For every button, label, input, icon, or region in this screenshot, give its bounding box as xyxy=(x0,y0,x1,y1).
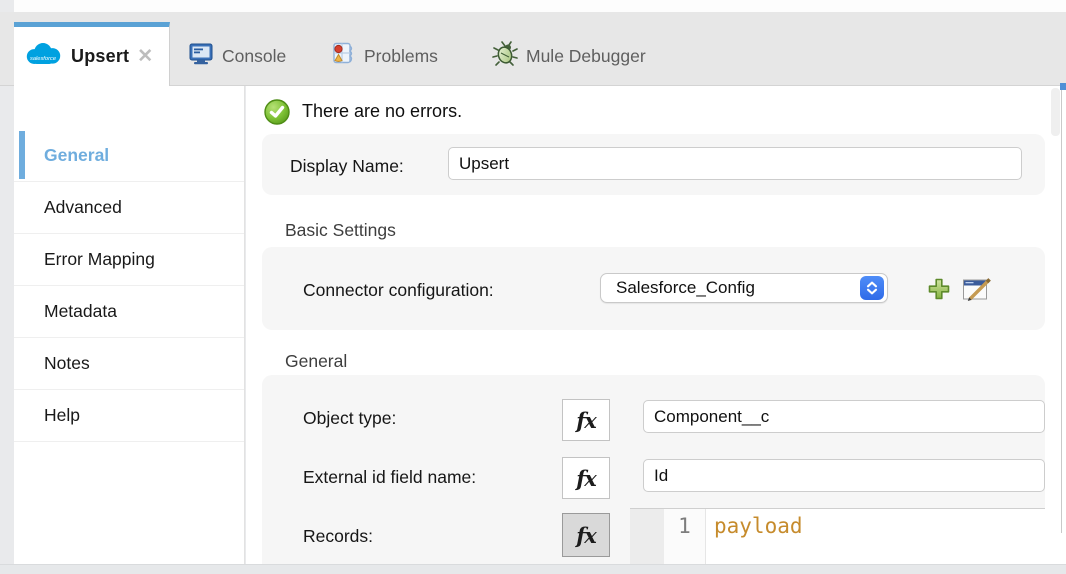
sidebar-item-error-mapping[interactable]: Error Mapping xyxy=(14,234,244,286)
sidebar-item-label: Error Mapping xyxy=(44,249,155,270)
problems-icon xyxy=(330,41,356,72)
tab-mule-debugger-label: Mule Debugger xyxy=(526,46,646,67)
bug-icon xyxy=(492,41,518,72)
edit-config-icon[interactable] xyxy=(962,275,992,302)
display-name-label: Display Name: xyxy=(290,156,404,177)
vertical-scrollbar-thumb[interactable] xyxy=(1051,88,1060,136)
sidebar-item-label: Advanced xyxy=(44,197,122,218)
records-expression-editor[interactable]: 1 payload xyxy=(630,508,1045,564)
sidebar-item-label: Help xyxy=(44,405,80,426)
svg-text:salesforce: salesforce xyxy=(30,55,56,61)
tab-mule-debugger[interactable]: Mule Debugger xyxy=(492,40,646,72)
properties-sidebar: General Advanced Error Mapping Metadata … xyxy=(14,86,245,564)
salesforce-cloud-icon: salesforce xyxy=(22,41,64,73)
sidebar-item-metadata[interactable]: Metadata xyxy=(14,286,244,338)
top-strip xyxy=(14,0,1066,12)
object-type-label: Object type: xyxy=(303,408,396,429)
console-icon xyxy=(188,41,214,72)
tab-bar: salesforce Upsert ✕ Console xyxy=(0,12,1066,86)
status-message: There are no errors. xyxy=(302,101,462,122)
tab-upsert[interactable]: salesforce Upsert ✕ xyxy=(14,22,170,86)
connector-configuration-value: Salesforce_Config xyxy=(616,278,755,298)
sidebar-item-label: Notes xyxy=(44,353,90,374)
focus-corner-marker xyxy=(1060,83,1066,90)
tab-console[interactable]: Console xyxy=(188,40,286,72)
bottom-window-edge xyxy=(0,564,1066,574)
sidebar-item-label: Metadata xyxy=(44,301,117,322)
close-icon[interactable]: ✕ xyxy=(137,47,153,66)
object-type-input[interactable] xyxy=(643,400,1045,433)
editor-code-area[interactable]: payload xyxy=(706,509,1045,564)
tab-problems-label: Problems xyxy=(364,46,438,67)
display-name-input[interactable] xyxy=(448,147,1022,180)
chevron-up-down-icon xyxy=(860,276,884,300)
properties-content: There are no errors. Display Name: Basic… xyxy=(246,86,1066,564)
sidebar-item-notes[interactable]: Notes xyxy=(14,338,244,390)
sidebar-item-advanced[interactable]: Advanced xyxy=(14,182,244,234)
basic-settings-heading: Basic Settings xyxy=(285,220,396,241)
tab-problems[interactable]: Problems xyxy=(330,40,438,72)
code-keyword-payload: payload xyxy=(714,514,803,538)
general-heading: General xyxy=(285,351,347,372)
editor-fold-margin xyxy=(630,509,664,564)
tab-upsert-label: Upsert xyxy=(71,46,129,67)
external-id-field-name-label: External id field name: xyxy=(303,467,476,488)
fx-toggle-object-type[interactable]: fx xyxy=(562,399,610,441)
green-check-icon xyxy=(264,99,290,130)
mule-properties-window: salesforce Upsert ✕ Console xyxy=(0,0,1066,574)
fx-toggle-records[interactable]: fx xyxy=(562,513,610,557)
connector-configuration-label: Connector configuration: xyxy=(303,280,494,301)
content-right-border xyxy=(1061,84,1062,533)
sidebar-item-help[interactable]: Help xyxy=(14,390,244,442)
connector-configuration-select[interactable]: Salesforce_Config xyxy=(600,273,888,303)
line-number: 1 xyxy=(678,509,691,564)
editor-line-number-gutter: 1 xyxy=(664,509,706,564)
records-label: Records: xyxy=(303,526,373,547)
fx-toggle-external-id[interactable]: fx xyxy=(562,457,610,499)
tab-console-label: Console xyxy=(222,46,286,67)
sidebar-item-general[interactable]: General xyxy=(14,130,244,182)
external-id-input[interactable] xyxy=(643,459,1045,492)
sidebar-item-label: General xyxy=(44,145,109,166)
add-config-icon[interactable] xyxy=(927,277,951,301)
